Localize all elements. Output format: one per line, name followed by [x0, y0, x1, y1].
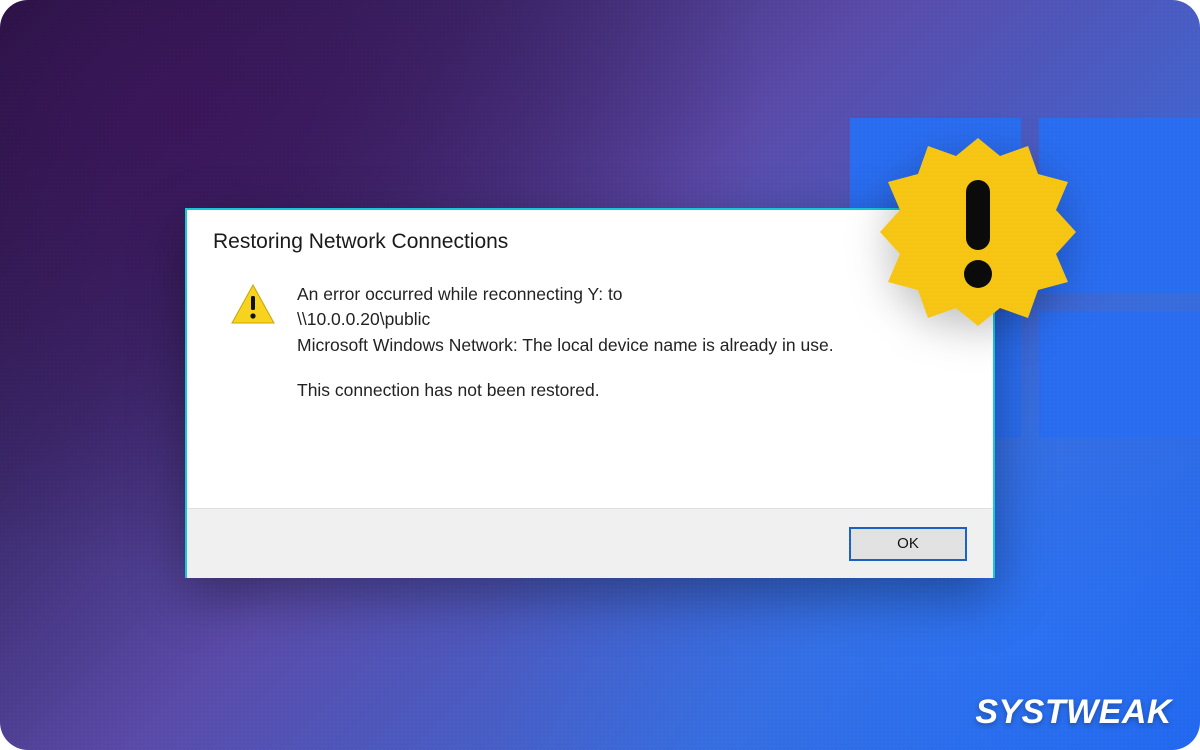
promo-background: Restoring Network Connections An error o…	[0, 0, 1200, 750]
brand-watermark: SYSTWEAK	[975, 693, 1172, 732]
ok-button[interactable]: OK	[849, 527, 967, 561]
dialog-message: An error occurred while reconnecting Y: …	[297, 282, 834, 404]
message-line: An error occurred while reconnecting Y: …	[297, 282, 834, 307]
dialog-footer: OK	[187, 508, 993, 578]
alert-starburst-badge	[878, 132, 1078, 332]
message-line: Microsoft Windows Network: The local dev…	[297, 333, 834, 358]
warning-triangle-icon	[231, 284, 275, 324]
message-line: This connection has not been restored.	[297, 378, 834, 403]
dialog-title: Restoring Network Connections	[213, 230, 967, 254]
error-dialog: Restoring Network Connections An error o…	[185, 208, 995, 578]
message-line: \\10.0.0.20\public	[297, 307, 834, 332]
